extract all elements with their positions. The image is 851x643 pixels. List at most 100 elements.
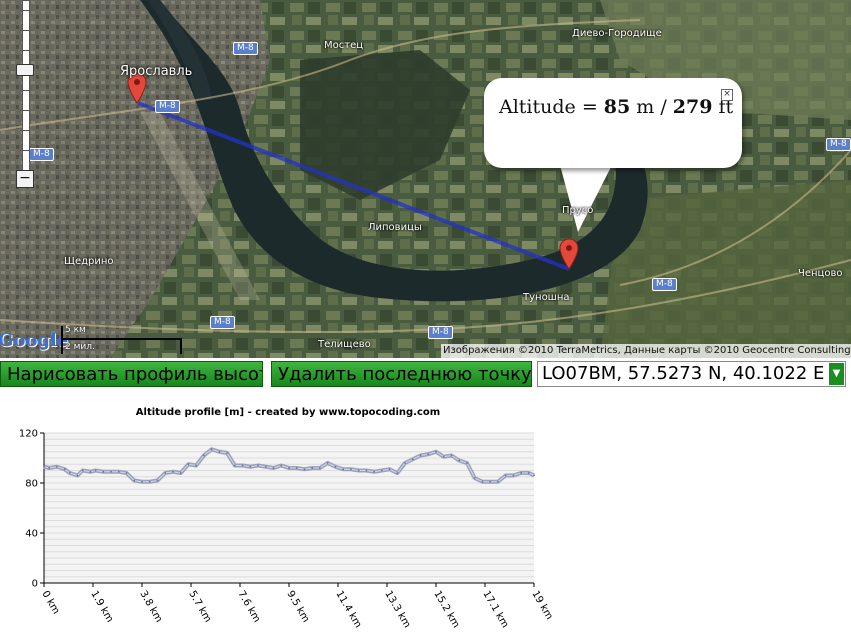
data-point xyxy=(210,448,213,451)
y-tick-label: 120 xyxy=(19,429,38,440)
data-point xyxy=(342,468,345,471)
data-point xyxy=(481,480,484,483)
data-point xyxy=(156,479,159,482)
data-point xyxy=(319,467,321,469)
data-point xyxy=(133,479,136,482)
chevron-down-icon[interactable]: ▼ xyxy=(829,363,844,385)
road-shield: M-8 xyxy=(155,100,180,113)
data-point xyxy=(272,467,275,469)
data-point xyxy=(427,453,430,456)
map-imagery xyxy=(0,0,851,358)
data-point xyxy=(164,472,167,474)
data-point xyxy=(450,454,453,457)
road-shield: M-8 xyxy=(652,278,677,291)
place-shchedrino: Щедрино xyxy=(64,256,114,267)
map-copyright: Изображения ©2010 TerraMetrics, Данные к… xyxy=(441,344,851,358)
place-telishchevo: Телищево xyxy=(318,339,371,350)
data-point xyxy=(288,467,290,469)
x-tick-label: 13.3 km xyxy=(382,589,412,630)
data-point xyxy=(68,472,71,474)
data-point xyxy=(264,465,267,468)
place-prusovo: Прусо xyxy=(562,205,594,216)
toolbar: Нарисовать профиль высот Удалить последн… xyxy=(0,358,851,390)
altitude-m-unit: m / xyxy=(630,96,673,118)
data-point xyxy=(202,454,205,457)
data-point xyxy=(295,467,298,469)
data-point xyxy=(473,477,476,479)
data-point xyxy=(396,472,399,474)
data-point xyxy=(349,468,352,471)
x-tick-label: 11.4 km xyxy=(333,589,363,630)
data-point xyxy=(48,467,51,469)
location-value: LO07BM, 57.5273 N, 40.1022 E xyxy=(542,363,825,384)
place-dievo: Диево-Городище xyxy=(572,28,662,39)
altitude-readout: Altitude = 85 m / 279 ft xyxy=(499,96,733,118)
data-point xyxy=(504,474,507,477)
data-point xyxy=(357,469,360,472)
delete-last-point-button[interactable]: Удалить последнюю точку xyxy=(271,361,532,387)
draw-profile-button[interactable]: Нарисовать профиль высот xyxy=(0,361,263,387)
data-point xyxy=(496,480,499,483)
data-point xyxy=(179,472,182,474)
place-chentsovo: Ченцово xyxy=(798,268,843,279)
data-point xyxy=(172,470,174,473)
x-tick-label: 17.1 km xyxy=(480,589,510,630)
x-tick-label: 15.2 km xyxy=(431,589,461,630)
data-point xyxy=(249,465,252,468)
data-point xyxy=(373,470,376,473)
data-point xyxy=(411,458,414,461)
zoom-tick xyxy=(20,30,30,31)
data-point xyxy=(419,454,422,457)
data-point xyxy=(435,450,437,453)
location-select[interactable]: LO07BM, 57.5273 N, 40.1022 E ▼ xyxy=(537,361,846,387)
data-point xyxy=(257,464,259,467)
y-tick-label: 80 xyxy=(25,479,38,490)
zoom-tick xyxy=(20,110,30,111)
data-point xyxy=(218,450,221,453)
data-point xyxy=(94,469,97,472)
altitude-profile-chart: Altitude profile [m] - created by www.to… xyxy=(19,407,555,630)
satellite-map[interactable]: Ярославль Мостец Диево-Городище Липовицы… xyxy=(0,0,851,358)
place-mostets: Мостец xyxy=(324,40,364,51)
chart-title: Altitude profile [m] - created by www.to… xyxy=(136,407,440,418)
altitude-prefix: Altitude = xyxy=(499,96,604,118)
scale-tick xyxy=(61,326,63,354)
y-axis: 0 40 80 120 xyxy=(19,429,45,590)
scale-line xyxy=(61,338,182,340)
altitude-feet: 279 xyxy=(672,96,713,118)
data-point xyxy=(125,472,128,474)
data-point xyxy=(148,480,151,483)
x-tick-label: 5.7 km xyxy=(186,589,213,624)
data-point xyxy=(365,469,368,472)
data-point xyxy=(226,452,229,454)
scale-bar: 5 км 2 мил. xyxy=(57,324,183,356)
data-point xyxy=(280,464,283,467)
x-tick-label: 7.6 km xyxy=(235,589,262,624)
zoom-tick xyxy=(20,90,30,91)
data-point xyxy=(404,462,406,464)
place-yaroslavl: Ярославль xyxy=(120,64,193,79)
road-shield: M-8 xyxy=(233,42,258,55)
data-point xyxy=(195,464,198,467)
data-point xyxy=(489,480,492,483)
x-tick-label: 0 km xyxy=(39,589,61,616)
data-point xyxy=(442,455,445,458)
zoom-out-button[interactable]: − xyxy=(16,170,34,188)
zoom-control[interactable]: − xyxy=(15,0,35,190)
data-point xyxy=(334,465,337,468)
zoom-slider-handle[interactable] xyxy=(16,64,34,76)
data-point xyxy=(102,470,105,473)
zoom-tick xyxy=(20,150,30,151)
data-point xyxy=(89,470,92,473)
data-point xyxy=(233,464,236,467)
close-icon[interactable]: × xyxy=(721,89,733,101)
data-point xyxy=(326,462,329,464)
data-point xyxy=(241,464,244,467)
data-point xyxy=(117,470,120,473)
altitude-meters: 85 xyxy=(603,96,631,118)
data-point xyxy=(388,468,391,471)
scale-mi-label: 2 мил. xyxy=(65,342,95,352)
place-lipovitsy: Липовицы xyxy=(368,222,422,233)
data-point xyxy=(81,469,84,472)
x-tick-label: 19 km xyxy=(529,589,554,622)
